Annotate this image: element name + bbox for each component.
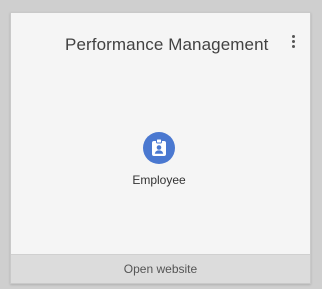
tile-card: Performance Management Employee Open web… (10, 12, 311, 284)
app-icon-circle (143, 132, 175, 164)
open-website-button[interactable]: Open website (11, 254, 310, 283)
page-background: Performance Management Employee Open web… (0, 0, 322, 289)
app-label: Employee (132, 173, 186, 187)
id-badge-icon (152, 139, 166, 156)
more-options-button[interactable] (286, 33, 300, 53)
more-vert-icon (286, 35, 300, 48)
card-title: Performance Management (65, 35, 269, 54)
open-website-label: Open website (123, 262, 198, 276)
app-link-employee[interactable]: Employee (117, 132, 212, 208)
